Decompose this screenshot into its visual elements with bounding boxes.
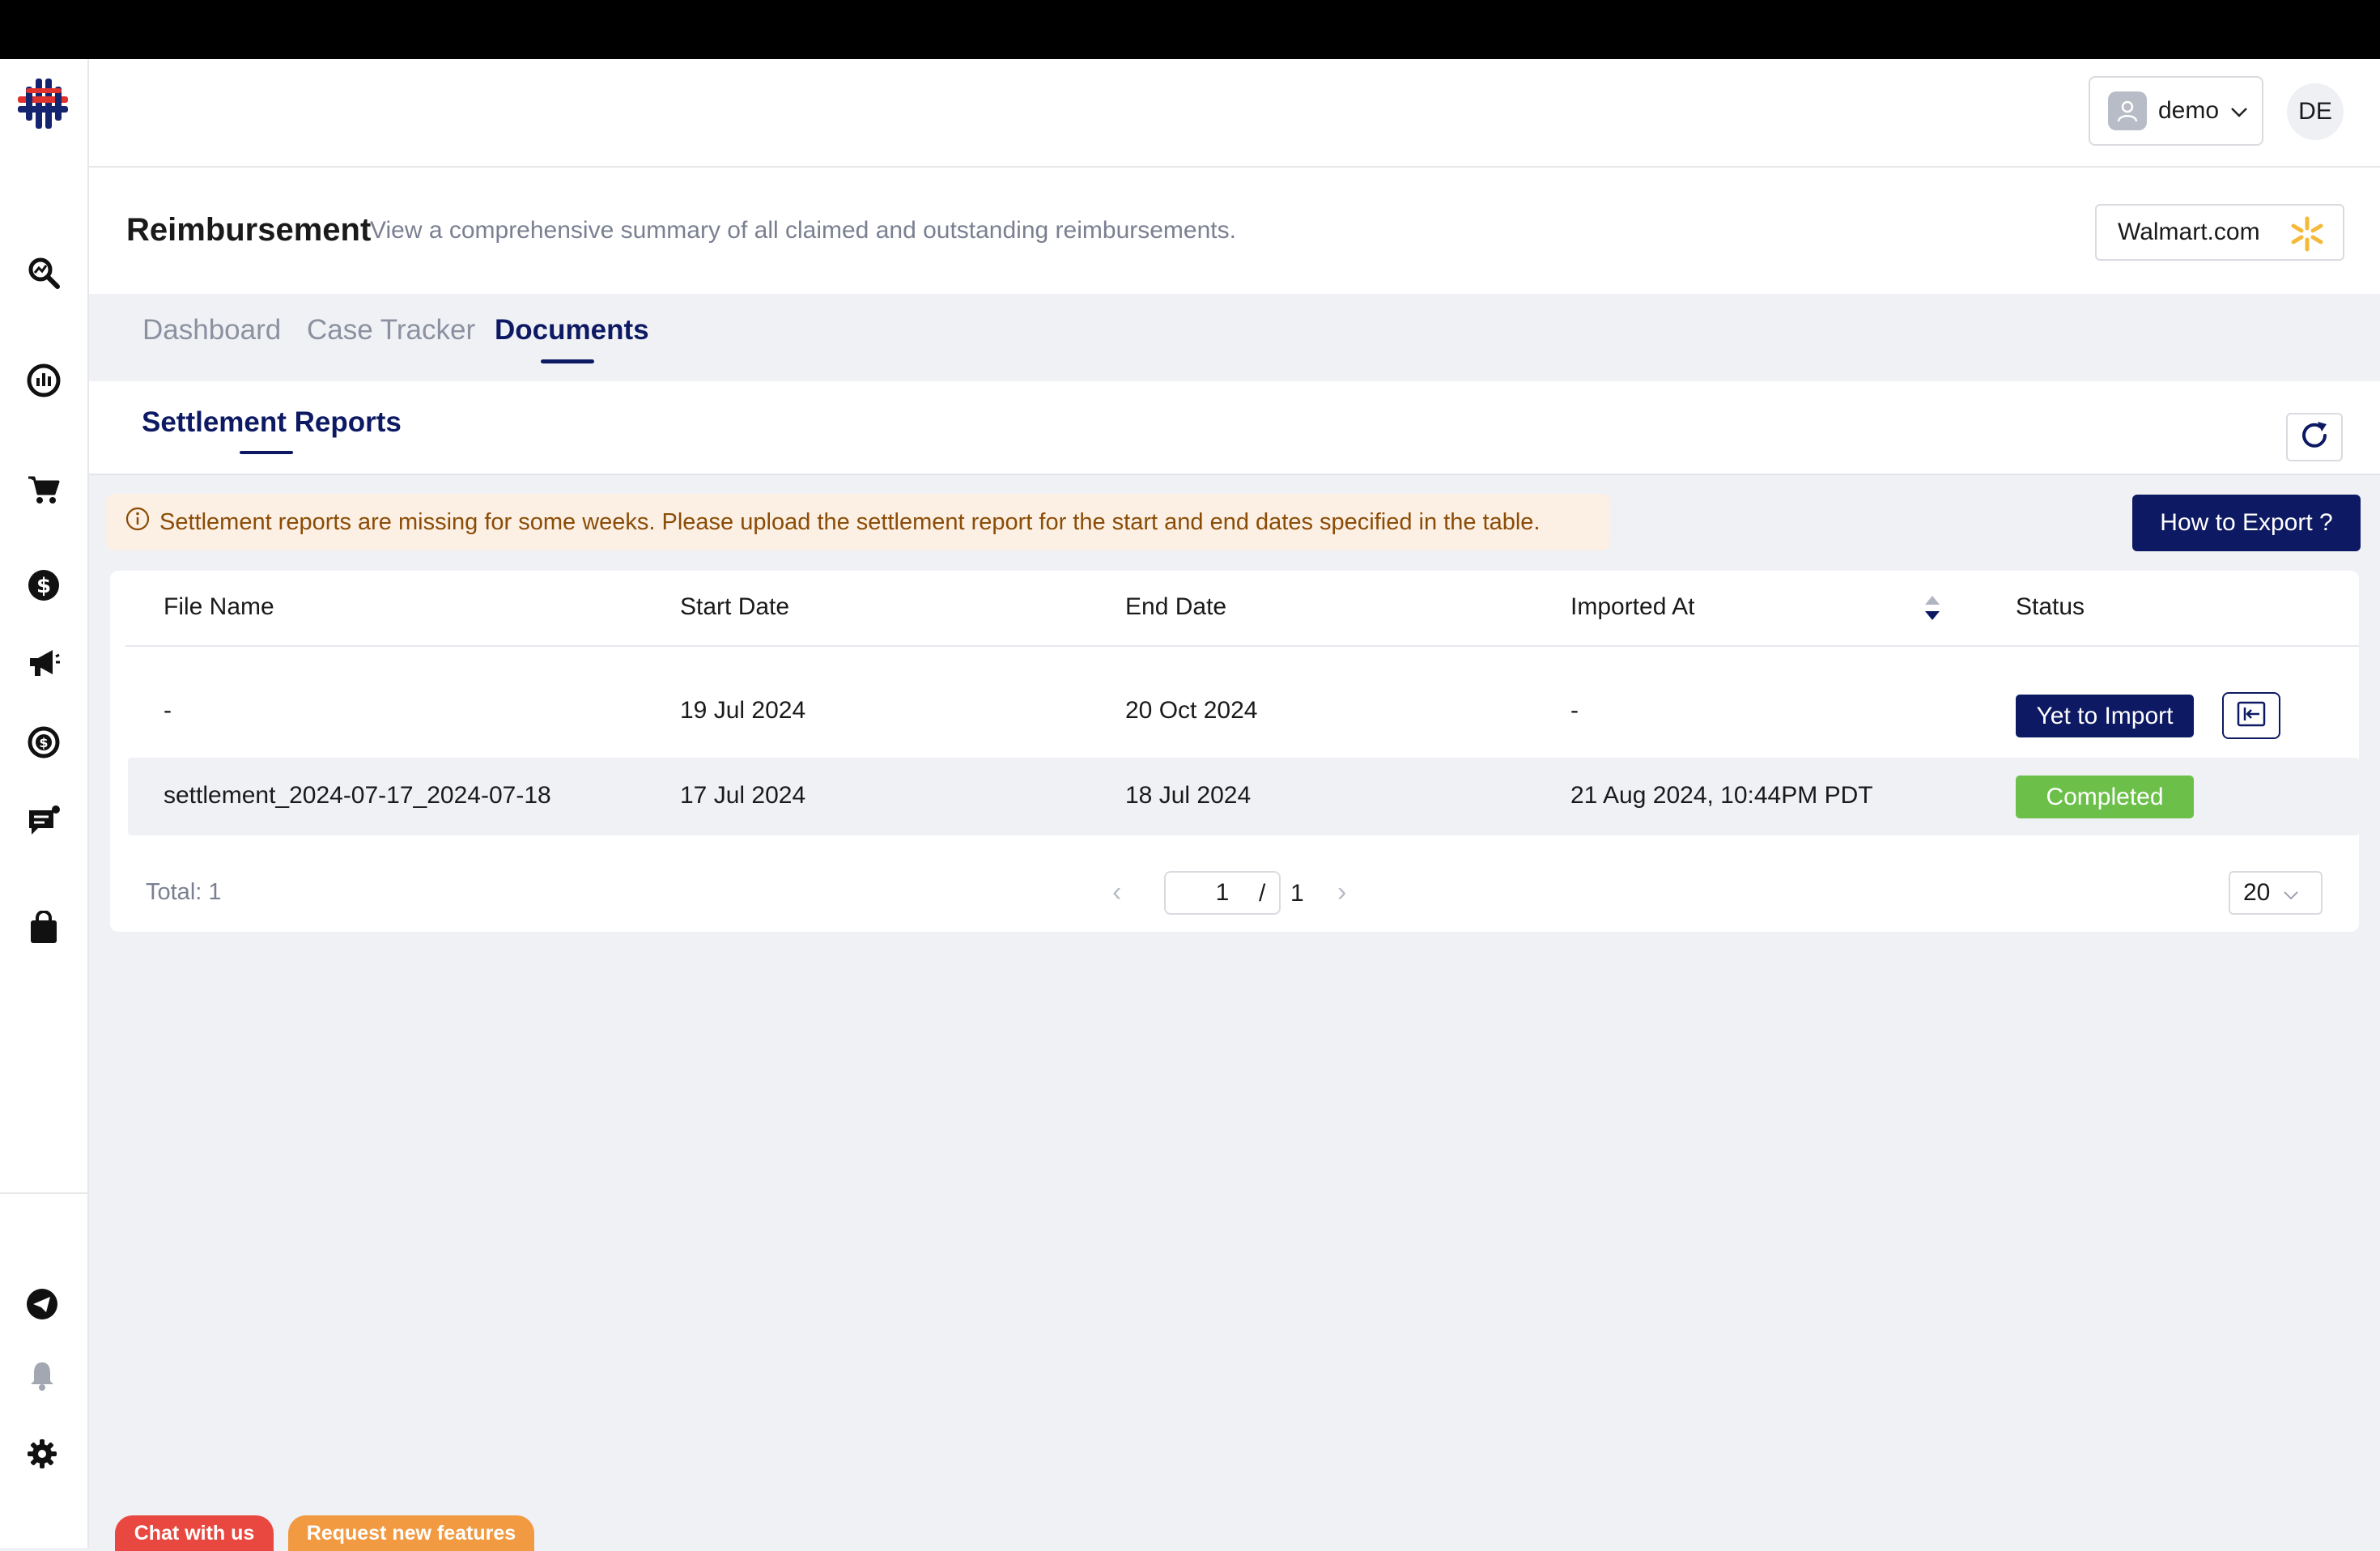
- status-badge: Completed: [2016, 776, 2194, 818]
- left-sidebar: $ $: [0, 59, 89, 1548]
- search-analytics-icon[interactable]: [24, 253, 63, 292]
- chat-with-us-button[interactable]: Chat with us: [115, 1515, 274, 1551]
- documents-panel-header: [89, 381, 2380, 475]
- sidebar-divider: [0, 1192, 87, 1194]
- info-icon: [125, 507, 150, 538]
- page-separator: /: [1259, 880, 1266, 907]
- page-size-value: 20: [2243, 879, 2271, 906]
- chevron-down-icon: [2283, 879, 2299, 907]
- row2-file-name: settlement_2024-07-17_2024-07-18: [164, 782, 551, 809]
- top-black-bar: [0, 0, 2380, 59]
- row2-end-date: 18 Jul 2024: [1125, 782, 1252, 809]
- row2-imported-at: 21 Aug 2024, 10:44PM PDT: [1570, 782, 1873, 809]
- marketplace-label: Walmart.com: [2118, 219, 2260, 245]
- logo-icon[interactable]: [15, 75, 71, 132]
- dashboard-gauge-icon[interactable]: [24, 361, 63, 400]
- prev-page-icon[interactable]: ‹: [1112, 877, 1121, 908]
- cart-icon[interactable]: [24, 470, 63, 509]
- chevron-down-icon: [2230, 97, 2248, 125]
- row1-start-date: 19 Jul 2024: [680, 697, 806, 724]
- user-avatar-icon: [2108, 91, 2147, 130]
- refund-cycle-icon[interactable]: $: [24, 723, 63, 762]
- column-header-file-name: File Name: [164, 593, 274, 620]
- import-upload-button[interactable]: [2222, 692, 2280, 739]
- settings-gear-icon[interactable]: [23, 1434, 62, 1473]
- bell-icon[interactable]: [23, 1356, 62, 1395]
- total-count: Total: 1: [146, 879, 222, 905]
- row2-start-date: 17 Jul 2024: [680, 782, 806, 809]
- sort-icon[interactable]: [1923, 594, 1941, 626]
- subtab-indicator: [240, 451, 293, 454]
- avatar[interactable]: DE: [2287, 83, 2344, 140]
- telegram-icon[interactable]: [23, 1285, 62, 1324]
- column-header-end-date: End Date: [1125, 593, 1227, 620]
- alert-text: Settlement reports are missing for some …: [159, 508, 1541, 535]
- page-subtitle: View a comprehensive summary of all clai…: [370, 217, 1236, 244]
- tab-case-tracker[interactable]: Case Tracker: [307, 314, 475, 346]
- next-page-icon[interactable]: ›: [1337, 877, 1346, 908]
- total-pages: 1: [1290, 880, 1304, 907]
- tab-dashboard[interactable]: Dashboard: [142, 314, 281, 346]
- missing-reports-alert: Settlement reports are missing for some …: [106, 494, 1610, 550]
- row1-end-date: 20 Oct 2024: [1125, 697, 1258, 724]
- column-header-status: Status: [2016, 593, 2085, 620]
- marketplace-selector[interactable]: Walmart.com: [2095, 204, 2344, 261]
- user-dropdown[interactable]: demo: [2089, 76, 2263, 146]
- import-icon: [2237, 701, 2266, 731]
- user-name: demo: [2158, 97, 2220, 124]
- dollar-icon[interactable]: $: [24, 566, 63, 605]
- walmart-spark-icon: [2289, 216, 2325, 258]
- shopping-bag-icon[interactable]: [24, 908, 63, 947]
- column-header-start-date: Start Date: [680, 593, 790, 620]
- refresh-button[interactable]: [2286, 413, 2343, 461]
- chat-bubble-icon[interactable]: [24, 802, 63, 841]
- page-title: Reimbursement: [126, 212, 372, 248]
- svg-text:$: $: [36, 574, 51, 598]
- column-header-imported-at[interactable]: Imported At: [1570, 593, 1694, 621]
- header-divider: [125, 645, 2359, 647]
- app-header: [89, 59, 2380, 168]
- row1-imported-at: -: [1570, 697, 1579, 724]
- tab-documents[interactable]: Documents: [495, 314, 649, 346]
- page-size-select[interactable]: 20: [2229, 871, 2323, 915]
- active-tab-indicator: [541, 359, 594, 363]
- row1-file-name: -: [164, 697, 172, 724]
- how-to-export-button[interactable]: How to Export ?: [2132, 495, 2361, 551]
- status-badge: Yet to Import: [2016, 695, 2194, 737]
- request-features-button[interactable]: Request new features: [288, 1515, 534, 1551]
- megaphone-icon[interactable]: [24, 644, 63, 682]
- refresh-icon: [2298, 419, 2331, 456]
- subtab-settlement-reports[interactable]: Settlement Reports: [142, 406, 402, 439]
- svg-text:$: $: [39, 735, 48, 750]
